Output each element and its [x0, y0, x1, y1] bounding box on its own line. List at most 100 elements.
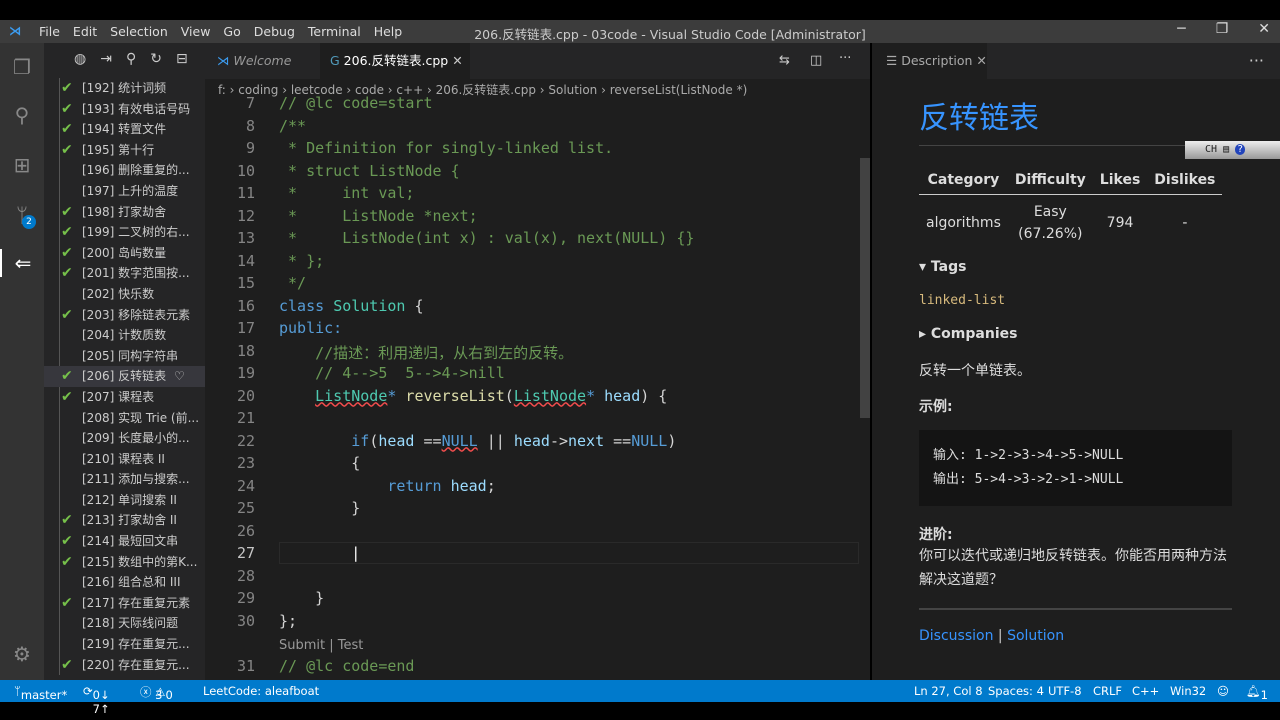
line-ending[interactable]: CRLF [1093, 684, 1122, 698]
code-line[interactable]: ListNode* reverseList(ListNode* head) { [279, 387, 667, 405]
collapse-icon[interactable]: ⊟ [176, 51, 188, 67]
problem-item[interactable]: ✔ [198] 打家劫舍 [44, 202, 205, 223]
breadcrumb-item[interactable]: Solution [548, 83, 597, 97]
menu-selection[interactable]: Selection [110, 24, 168, 39]
solution-link[interactable]: Solution [1007, 628, 1064, 644]
problem-item[interactable]: [218] 天际线问题 [44, 613, 205, 634]
breadcrumb-item[interactable]: f: [218, 83, 226, 97]
discussion-link[interactable]: Discussion [919, 628, 993, 644]
breadcrumb-item[interactable]: code [355, 83, 384, 97]
problem-item[interactable]: [216] 组合总和 III [44, 572, 205, 593]
problem-item[interactable]: [210] 课程表 II [44, 449, 205, 470]
code-line[interactable]: public: [279, 319, 342, 337]
code-line[interactable]: // 4-->5 5-->4->nill [279, 364, 505, 382]
breadcrumb-item[interactable]: 206.反转链表.cpp [436, 83, 536, 97]
sign-in-icon[interactable]: ⇥ [100, 51, 112, 67]
settings-gear-icon[interactable]: ⚙ [8, 640, 36, 668]
code-line[interactable]: * }; [279, 252, 324, 270]
notifications[interactable]: 🔔︎ 1 [1246, 684, 1268, 702]
problem-item[interactable]: ✔ [217] 存在重复元素 [44, 593, 205, 614]
problem-item[interactable]: [197] 上升的温度 [44, 181, 205, 202]
favorite-heart-icon[interactable]: ♡ [174, 366, 185, 387]
problem-item[interactable]: ✔ [206] 反转链表 ♡ [44, 366, 205, 387]
menu-view[interactable]: View [181, 24, 211, 39]
problem-item[interactable]: ✔ [214] 最短回文串 [44, 531, 205, 552]
search-icon[interactable]: ⚲ [8, 101, 36, 129]
problem-item[interactable]: [204] 计数质数 [44, 325, 205, 346]
ime-toolbar[interactable]: CH ▤ ? [1185, 141, 1280, 159]
code-line[interactable]: class Solution { [279, 297, 424, 315]
menu-debug[interactable]: Debug [254, 24, 295, 39]
menu-edit[interactable]: Edit [73, 24, 97, 39]
tab-description[interactable]: ☰ Description ✕ [872, 43, 987, 79]
problems-status[interactable]: ⓧ 3 ⚠ 0 [140, 684, 173, 702]
keyboard-icon[interactable]: ▤ [1223, 144, 1229, 155]
code-line[interactable]: * Definition for singly-linked list. [279, 139, 613, 157]
code-line[interactable]: * ListNode(int x) : val(x), next(NULL) {… [279, 229, 694, 247]
search-problem-icon[interactable]: ⚲ [126, 51, 136, 67]
more-actions-icon[interactable]: ··· [1249, 51, 1264, 70]
code-line[interactable]: //描述：利用递归，从右到左的反转。 [279, 342, 573, 363]
platform[interactable]: Win32 [1170, 684, 1206, 698]
menu-file[interactable]: File [39, 24, 60, 39]
refresh-icon[interactable]: ↻ [150, 51, 162, 67]
code-line[interactable]: if(head ==NULL || head->next ==NULL) [279, 432, 676, 450]
codelens-submit-test[interactable]: Submit | Test [279, 638, 363, 653]
problem-item[interactable]: ✔ [203] 移除链表元素 [44, 305, 205, 326]
problem-item[interactable]: [208] 实现 Trie (前... [44, 408, 205, 429]
code-line[interactable]: * struct ListNode { [279, 162, 460, 180]
minimize-icon[interactable]: ─ [1177, 21, 1185, 37]
language-mode[interactable]: C++ [1132, 684, 1159, 698]
code-line[interactable]: { [279, 454, 360, 472]
code-line[interactable]: // @lc code=end [279, 657, 414, 675]
breadcrumb-item[interactable]: reverseList(ListNode *) [610, 83, 748, 97]
problem-item[interactable]: ✔ [201] 数字范围按... [44, 263, 205, 284]
code-editor[interactable]: 7// @lc code=start 8/** 9 * Definition for… [205, 43, 870, 680]
menu-go[interactable]: Go [223, 24, 240, 39]
cursor-position[interactable]: Ln 27, Col 8 [914, 684, 983, 698]
globe-icon[interactable]: ◍ [74, 51, 86, 67]
explorer-icon[interactable]: ❐ [8, 53, 36, 81]
indentation[interactable]: Spaces: 4 [988, 684, 1044, 698]
problem-item[interactable]: ✔ [215] 数组中的第K... [44, 552, 205, 573]
code-line[interactable]: }; [279, 612, 297, 630]
problem-item[interactable]: ✔ [200] 岛屿数量 [44, 243, 205, 264]
problem-item[interactable]: [212] 单词搜索 II [44, 490, 205, 511]
breadcrumb-item[interactable]: c++ [396, 83, 423, 97]
companies-toggle[interactable]: ▸ Companies [919, 326, 1232, 342]
problem-item[interactable]: [205] 同构字符串 [44, 346, 205, 367]
code-line[interactable]: /** [279, 117, 306, 135]
problem-item[interactable]: ✔ [199] 二叉树的右... [44, 222, 205, 243]
sync-status[interactable]: ⟳ 0↓ 7↑ [83, 684, 110, 716]
menu-terminal[interactable]: Terminal [308, 24, 361, 39]
code-line[interactable]: } [279, 499, 360, 517]
leetcode-icon[interactable]: ⇐ [0, 249, 44, 277]
editor-scrollbar[interactable] [860, 158, 870, 418]
source-control-icon[interactable]: ᛘ2 [8, 201, 36, 229]
code-line[interactable]: */ [279, 274, 306, 292]
problem-item[interactable]: ✔ [220] 存在重复元... [44, 655, 205, 676]
problem-item[interactable]: [202] 快乐数 [44, 284, 205, 305]
tags-toggle[interactable]: ▾ Tags [919, 259, 1232, 275]
close-icon[interactable]: ✕ [1258, 21, 1270, 37]
breadcrumb-item[interactable]: coding [238, 83, 278, 97]
feedback-icon[interactable]: ☺ [1217, 684, 1229, 698]
problem-item[interactable]: ✔ [193] 有效电话号码 [44, 99, 205, 120]
code-line[interactable]: } [279, 589, 324, 607]
code-line[interactable]: return head; [279, 477, 495, 495]
problem-item[interactable]: ✔ [195] 第十行 [44, 140, 205, 161]
problem-item[interactable]: ✔ [213] 打家劫舍 II [44, 510, 205, 531]
extensions-icon[interactable]: ⊞ [8, 151, 36, 179]
problem-item[interactable]: [196] 删除重复的... [44, 160, 205, 181]
problem-item[interactable]: ✔ [194] 转置文件 [44, 119, 205, 140]
problem-item[interactable]: [211] 添加与搜索... [44, 469, 205, 490]
problem-item[interactable]: ✔ [192] 统计词频 [44, 78, 205, 99]
tab-close-icon[interactable]: ✕ [976, 53, 986, 68]
problem-item[interactable]: ✔ [207] 课程表 [44, 387, 205, 408]
problem-item[interactable]: [219] 存在重复元... [44, 634, 205, 655]
help-icon[interactable]: ? [1235, 144, 1246, 155]
menu-help[interactable]: Help [374, 24, 403, 39]
code-line[interactable]: * ListNode *next; [279, 207, 478, 225]
encoding[interactable]: UTF-8 [1048, 684, 1082, 698]
leetcode-user[interactable]: LeetCode: aleafboat [203, 684, 319, 698]
